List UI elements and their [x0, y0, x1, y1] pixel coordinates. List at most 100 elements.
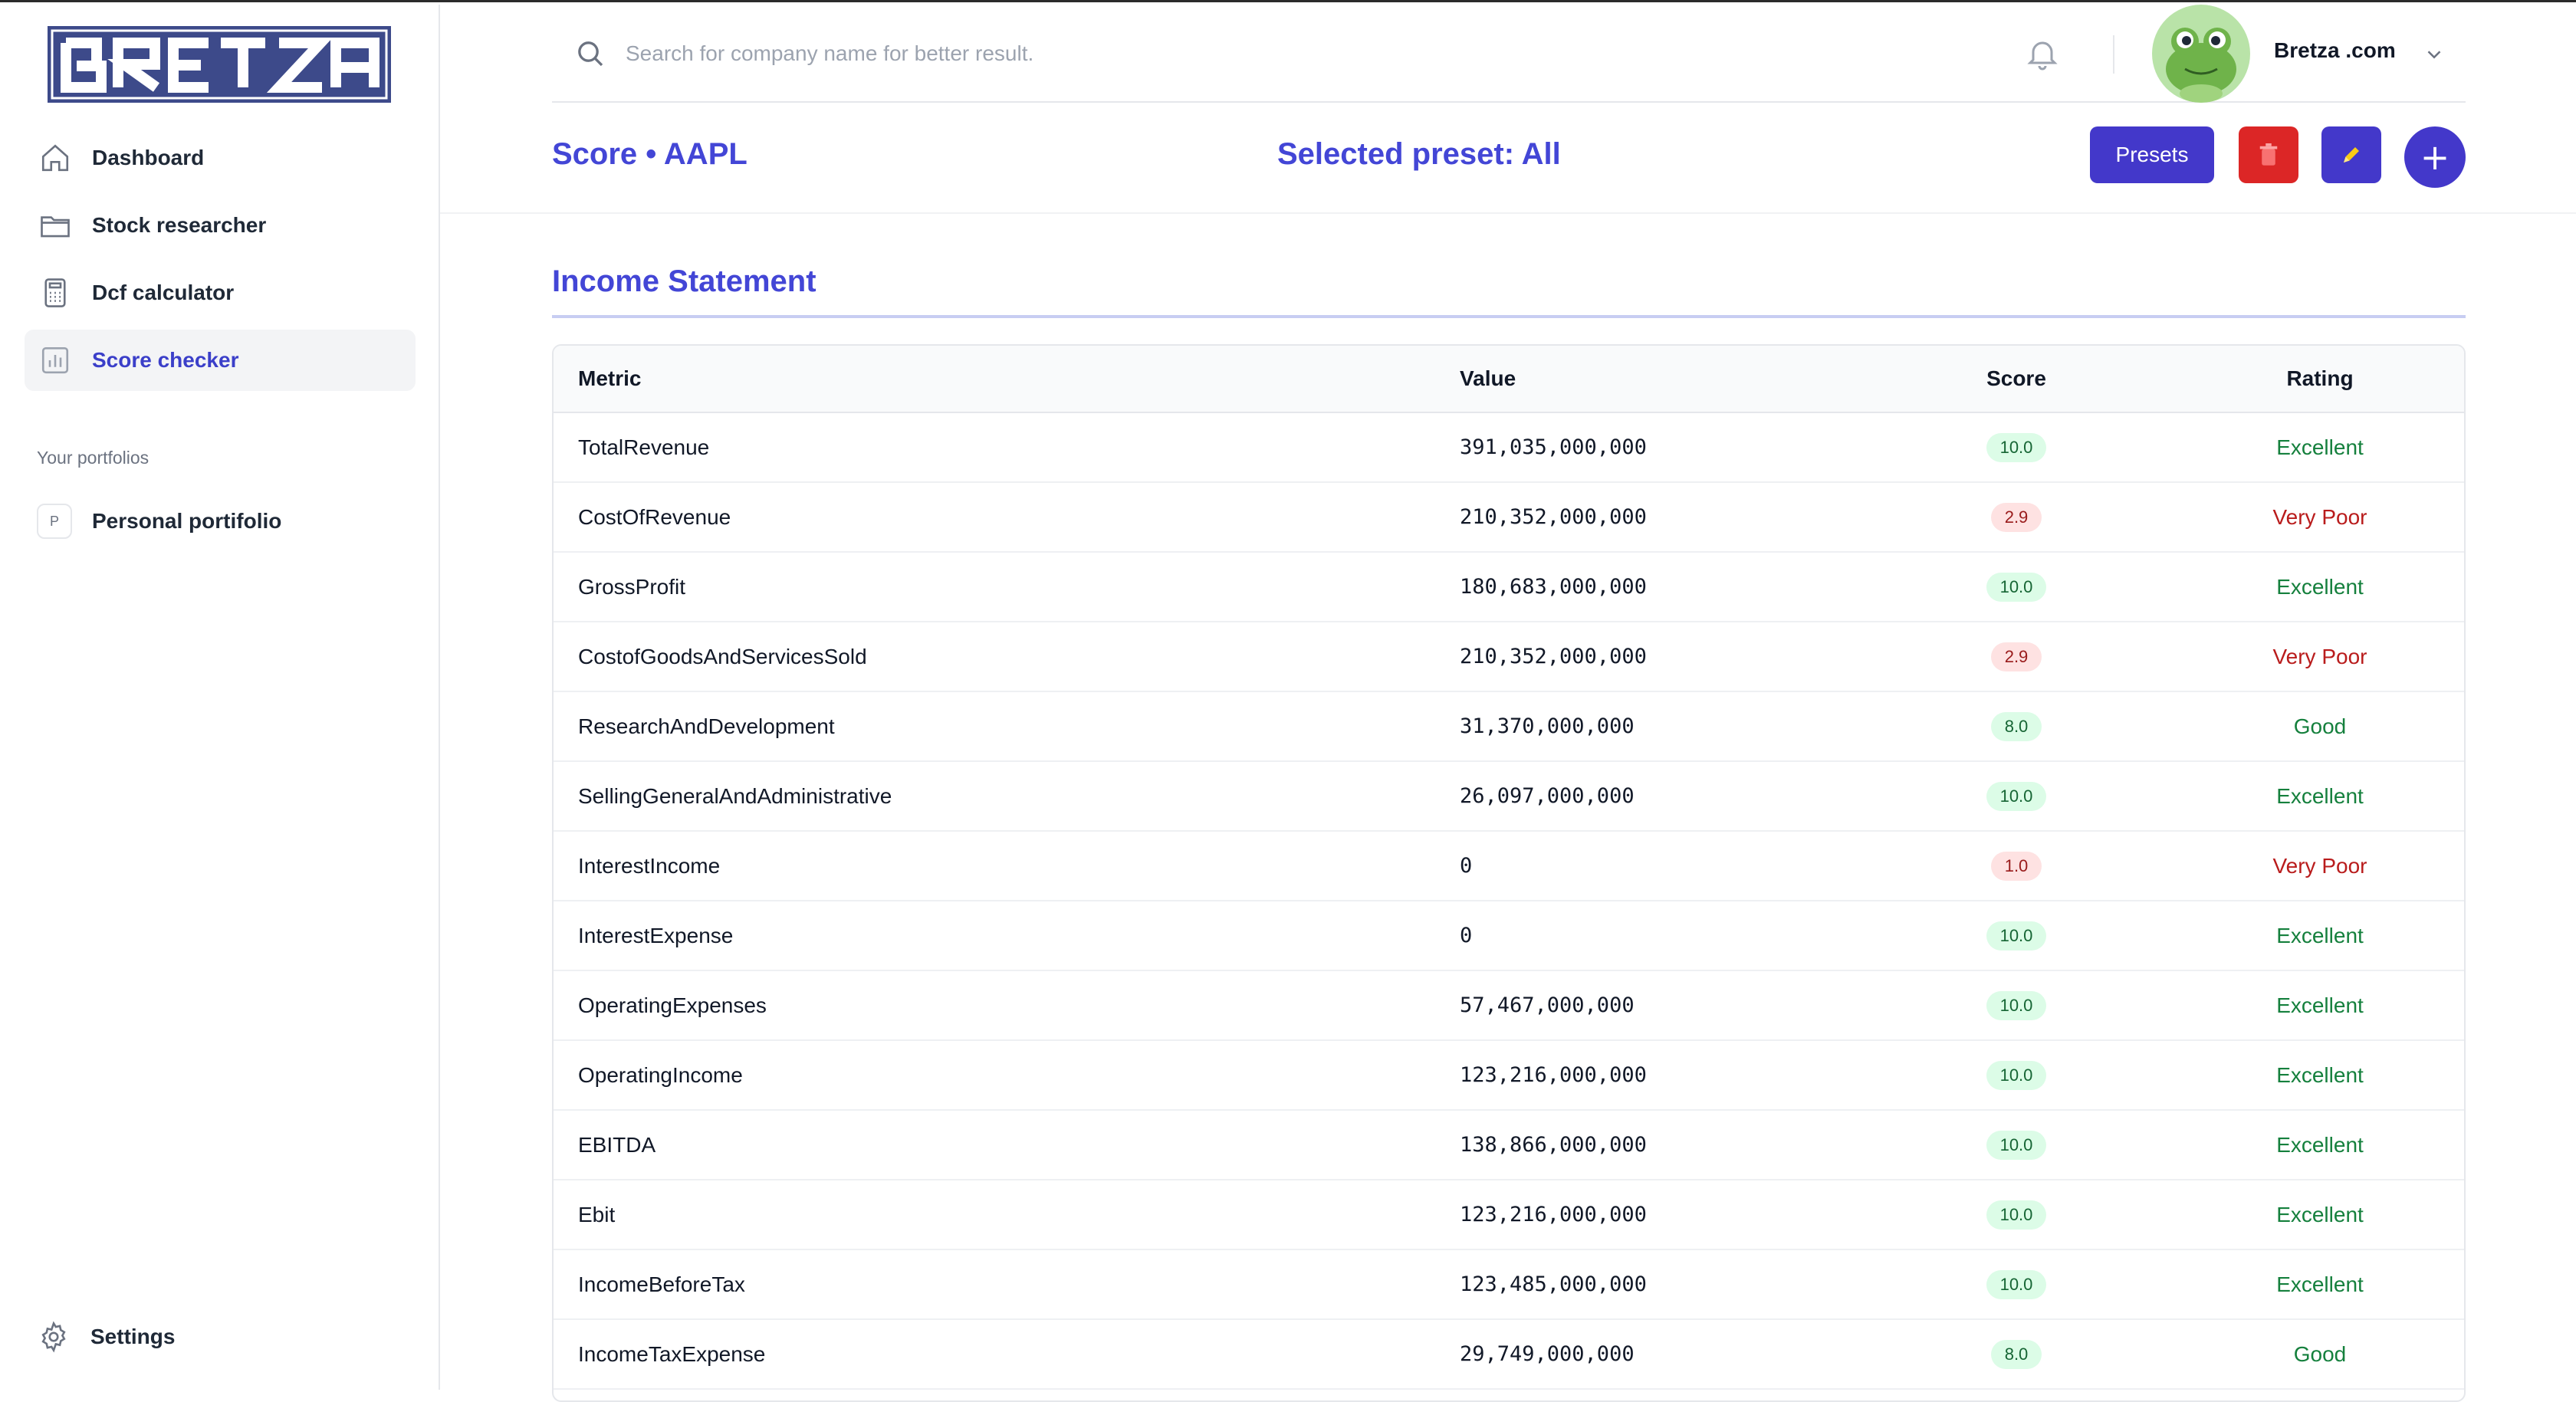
score-badge: 2.9 — [1990, 502, 2042, 532]
sidebar-item-label: Stock researcher — [92, 213, 267, 237]
cell-metric: EBITDA — [578, 1132, 656, 1157]
portfolio-label: Personal portifolio — [92, 509, 282, 533]
avatar[interactable] — [2151, 5, 2251, 103]
user-name[interactable]: Bretza .com — [2274, 38, 2396, 63]
bretza-logo[interactable] — [48, 26, 391, 103]
sidebar: Dashboard Stock researcher Dcf calculato… — [0, 5, 440, 1390]
add-button[interactable]: + — [2404, 126, 2466, 188]
edit-button[interactable] — [2321, 126, 2381, 183]
header-divider — [440, 212, 2576, 214]
table-row[interactable]: SellingGeneralAndAdministrative 26,097,00… — [554, 762, 2464, 832]
sidebar-item-label: Score checker — [92, 348, 239, 372]
score-badge: 10.0 — [1986, 781, 2047, 811]
sidebar-nav: Dashboard Stock researcher Dcf calculato… — [25, 127, 416, 397]
app-window: Dashboard Stock researcher Dcf calculato… — [0, 0, 2576, 1402]
cell-value: 31,370,000,000 — [1460, 714, 1635, 738]
cell-score: 10.0 — [1918, 990, 2114, 1020]
portfolio-badge: P — [37, 504, 72, 539]
cell-rating: Excellent — [2276, 1132, 2364, 1157]
column-header-metric[interactable]: Metric — [578, 366, 641, 391]
score-badge: 10.0 — [1986, 1060, 2047, 1090]
table-row[interactable]: TotalRevenue 391,035,000,000 10.0 Excellent — [554, 413, 2464, 483]
cell-score: 1.0 — [1918, 851, 2114, 881]
delete-button[interactable] — [2239, 126, 2298, 183]
cell-score: 10.0 — [1918, 572, 2114, 602]
sidebar-item-stock-researcher[interactable]: Stock researcher — [25, 195, 416, 256]
cell-score: 2.9 — [1918, 642, 2114, 671]
sidebar-item-dashboard[interactable]: Dashboard — [25, 127, 416, 189]
folder-icon — [38, 208, 72, 242]
table-row[interactable]: OperatingIncome 123,216,000,000 10.0 Excell… — [554, 1041, 2464, 1111]
table-row[interactable]: InterestIncome 0 1.0 Very Poor — [554, 832, 2464, 901]
table-row[interactable]: ResearchAndDevelopment 31,370,000,000 8.0 G… — [554, 692, 2464, 762]
score-badge: 10.0 — [1986, 1200, 2047, 1230]
column-header-value[interactable]: Value — [1460, 366, 1516, 391]
cell-rating: Excellent — [2276, 435, 2364, 459]
search-input[interactable] — [626, 29, 1699, 78]
cell-rating: Very Poor — [2272, 644, 2367, 668]
cell-rating: Excellent — [2276, 574, 2364, 599]
table-header: Metric Value Score Rating — [554, 346, 2464, 413]
cell-value: 391,035,000,000 — [1460, 435, 1647, 459]
presets-button[interactable]: Presets — [2090, 126, 2214, 183]
cell-metric: IncomeBeforeTax — [578, 1272, 745, 1296]
cell-score: 10.0 — [1918, 432, 2114, 462]
top-bar: Bretza .com — [552, 5, 2466, 103]
table-body: TotalRevenue 391,035,000,000 10.0 Excellent… — [554, 413, 2464, 1390]
pencil-icon — [2344, 147, 2359, 163]
page-title: Score • AAPL — [552, 137, 748, 171]
table-row[interactable]: GrossProfit 180,683,000,000 10.0 Excellent — [554, 553, 2464, 622]
sidebar-item-settings[interactable]: Settings — [37, 1317, 175, 1357]
cell-score: 10.0 — [1918, 781, 2114, 811]
score-badge: 2.9 — [1990, 642, 2042, 671]
cell-metric: OperatingIncome — [578, 1062, 743, 1087]
column-header-score[interactable]: Score — [1918, 366, 2114, 391]
cell-value: 138,866,000,000 — [1460, 1133, 1647, 1157]
settings-label: Settings — [90, 1325, 176, 1348]
column-header-rating[interactable]: Rating — [2222, 366, 2418, 391]
home-icon — [38, 141, 72, 175]
score-badge: 10.0 — [1986, 432, 2047, 462]
score-badge: 10.0 — [1986, 990, 2047, 1020]
sidebar-item-label: Dashboard — [92, 146, 205, 169]
table-row[interactable]: InterestExpense 0 10.0 Excellent — [554, 901, 2464, 971]
score-badge: 10.0 — [1986, 1269, 2047, 1299]
selected-preset: Selected preset: All — [1277, 137, 1561, 171]
table-row[interactable]: IncomeTaxExpense 29,749,000,000 8.0 Good — [554, 1320, 2464, 1390]
cell-value: 123,485,000,000 — [1460, 1272, 1647, 1296]
cell-rating: Good — [2293, 1341, 2347, 1366]
cell-value: 180,683,000,000 — [1460, 575, 1647, 599]
score-badge: 10.0 — [1986, 921, 2047, 951]
cell-value: 29,749,000,000 — [1460, 1342, 1635, 1366]
score-badge: 10.0 — [1986, 572, 2047, 602]
gear-icon — [37, 1320, 71, 1354]
table-row[interactable]: EBITDA 138,866,000,000 10.0 Excellent — [554, 1111, 2464, 1180]
cell-metric: InterestExpense — [578, 923, 734, 947]
portfolio-item-personal[interactable]: P Personal portifolio — [37, 501, 281, 541]
cell-value: 210,352,000,000 — [1460, 645, 1647, 668]
table-row[interactable]: Ebit 123,216,000,000 10.0 Excellent — [554, 1180, 2464, 1250]
cell-score: 10.0 — [1918, 1200, 2114, 1230]
sidebar-item-label: Dcf calculator — [92, 281, 235, 304]
cell-score: 10.0 — [1918, 1269, 2114, 1299]
score-badge: 1.0 — [1990, 851, 2042, 881]
cell-value: 0 — [1460, 854, 1473, 878]
chart-bar-icon — [38, 343, 72, 377]
portfolios-heading: Your portfolios — [37, 448, 150, 468]
cell-metric: CostofGoodsAndServicesSold — [578, 644, 867, 668]
cell-score: 2.9 — [1918, 502, 2114, 532]
cell-rating: Excellent — [2276, 783, 2364, 808]
sidebar-item-dcf-calculator[interactable]: Dcf calculator — [25, 262, 416, 323]
table-row[interactable]: CostOfRevenue 210,352,000,000 2.9 Very Poor — [554, 483, 2464, 553]
sidebar-item-score-checker[interactable]: Score checker — [25, 330, 416, 391]
table-row[interactable]: IncomeBeforeTax 123,485,000,000 10.0 Excell… — [554, 1250, 2464, 1320]
cell-score: 10.0 — [1918, 921, 2114, 951]
cell-metric: GrossProfit — [578, 574, 686, 599]
chevron-down-icon[interactable] — [2423, 43, 2446, 66]
search-icon — [578, 41, 603, 67]
table-row[interactable]: OperatingExpenses 57,467,000,000 10.0 Excel… — [554, 971, 2464, 1041]
table-row[interactable]: CostofGoodsAndServicesSold 210,352,000,00… — [554, 622, 2464, 692]
cell-value: 123,216,000,000 — [1460, 1203, 1647, 1226]
cell-score: 10.0 — [1918, 1130, 2114, 1160]
bell-icon[interactable] — [2024, 35, 2061, 72]
